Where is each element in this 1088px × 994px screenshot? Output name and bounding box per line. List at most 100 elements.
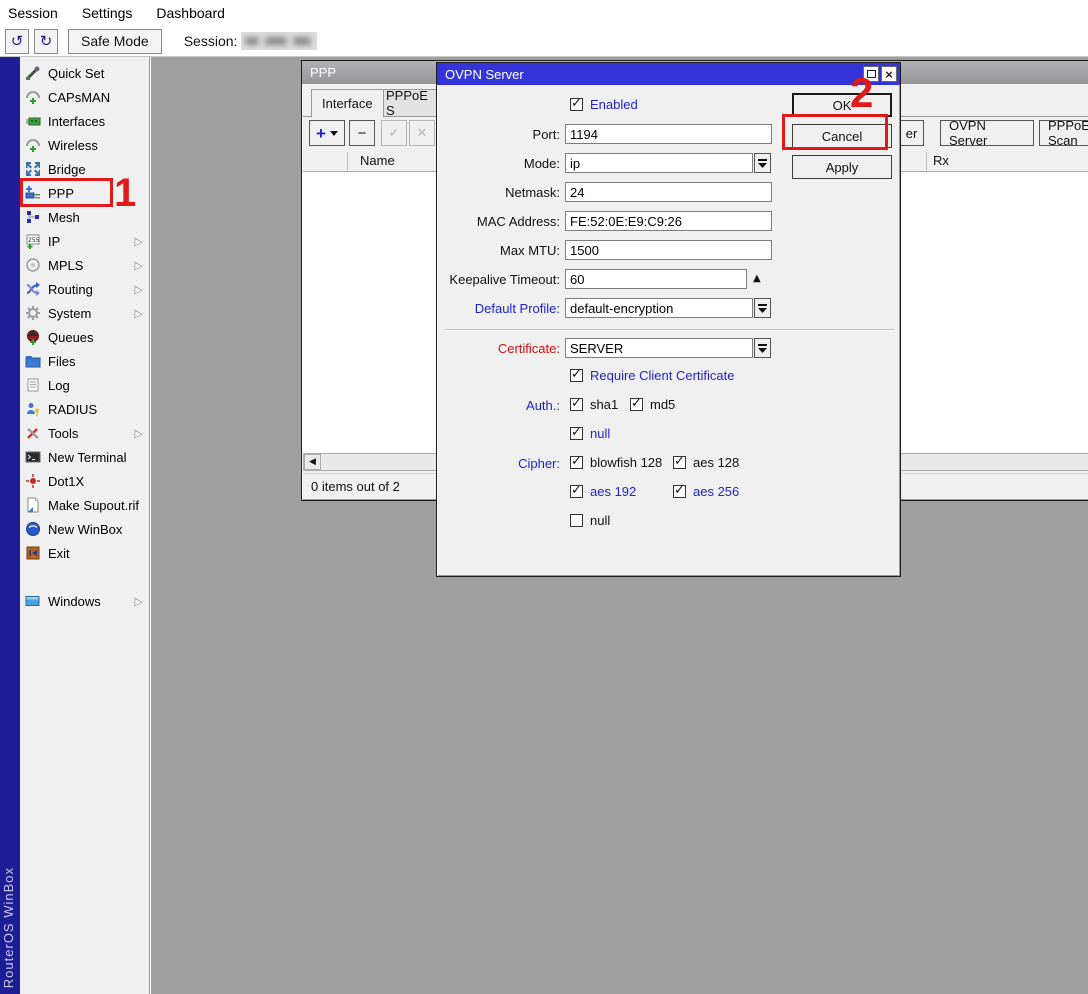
workspace: PPP × Interface PPPoE S + − ✓ ✕ er OVPN … [151,57,1088,994]
sidebar-item-label: CAPsMAN [48,90,110,105]
auth-md5-checkbox[interactable] [630,398,643,411]
dialog-close-icon[interactable]: × [881,66,897,82]
annotation-number-1: 1 [114,173,136,213]
sidebar-item-new-winbox[interactable]: New WinBox [20,517,149,541]
disable-button[interactable]: ✕ [409,120,435,146]
enabled-label: Enabled [590,97,638,112]
sidebar-item-interfaces[interactable]: Interfaces [20,109,149,133]
apply-button[interactable]: Apply [792,155,892,179]
annotation-box-1 [20,178,113,207]
x-icon: ✕ [417,126,428,141]
port-field[interactable] [565,124,772,144]
certificate-field[interactable] [565,338,753,358]
mac-address-field[interactable] [565,211,772,231]
require-client-cert-checkbox[interactable] [570,369,583,382]
cipher-aes192-checkbox[interactable] [570,485,583,498]
sidebar-item-label: Exit [48,546,70,561]
column-header-rx[interactable]: Rx [933,153,949,168]
auth-label: Auth.: [445,398,560,413]
submenu-arrow-icon: ▷ [135,307,143,320]
sidebar-item-files[interactable]: Files [20,349,149,373]
menu-dashboard[interactable]: Dashboard [156,5,225,21]
auth-md5-label: md5 [650,397,675,412]
routing-icon [24,281,41,298]
quickset-icon [24,65,41,82]
sidebar-item-log[interactable]: Log [20,373,149,397]
sidebar-item-mpls[interactable]: MPLS▷ [20,253,149,277]
netmask-field[interactable] [565,182,772,202]
sidebar-item-label: Interfaces [48,114,105,129]
dialog-titlebar[interactable]: OVPN Server × [437,63,900,85]
port-label: Port: [445,127,560,142]
tab-pppoe-servers[interactable]: PPPoE S [375,89,439,117]
capsman-icon [24,89,41,106]
terminal-icon [24,449,41,466]
exit-icon [24,545,41,562]
sidebar-item-system[interactable]: System▷ [20,301,149,325]
cipher-null-checkbox[interactable] [570,514,583,527]
menubar: Session Settings Dashboard [0,0,1088,26]
default-profile-field[interactable] [565,298,753,318]
sidebar-item-label: Quick Set [48,66,104,81]
dot1x-icon [24,473,41,490]
certificate-dropdown-icon[interactable] [754,338,771,358]
interfaces-icon [24,113,41,130]
pppoe-scan-button[interactable]: PPPoE Scan [1039,120,1088,146]
sidebar-item-dot1x[interactable]: Dot1X [20,469,149,493]
check-icon: ✓ [389,126,400,141]
cipher-aes256-checkbox[interactable] [673,485,686,498]
windows-icon [24,593,41,610]
main-toolbar: ↺ ↻ Safe Mode Session: [0,26,1088,57]
sidebar-item-capsman[interactable]: CAPsMAN [20,85,149,109]
sidebar-item-label: Windows [48,594,101,609]
sidebar-item-new-terminal[interactable]: New Terminal [20,445,149,469]
sidebar-item-label: Make Supout.rif [48,498,139,513]
system-icon [24,305,41,322]
sidebar-item-windows[interactable]: Windows▷ [20,589,149,613]
brand-strip: RouterOS WinBox [0,57,20,994]
sidebar-item-wireless[interactable]: Wireless [20,133,149,157]
ovpn-server-button[interactable]: OVPN Server [940,120,1034,146]
sidebar-item-label: MPLS [48,258,83,273]
cipher-blowfish128-checkbox[interactable] [570,456,583,469]
sidebar-item-exit[interactable]: Exit [20,541,149,565]
separator [445,329,894,331]
remove-button[interactable]: − [349,120,375,146]
mode-field[interactable] [565,153,753,173]
safe-mode-button[interactable]: Safe Mode [68,29,162,54]
default-profile-dropdown-icon[interactable] [754,298,771,318]
max-mtu-field[interactable] [565,240,772,260]
sidebar-item-radius[interactable]: RADIUS [20,397,149,421]
sidebar-item-quick-set[interactable]: Quick Set [20,61,149,85]
scroll-left-icon[interactable]: ◀ [304,454,321,470]
plus-icon: + [316,125,326,142]
sidebar-item-ip[interactable]: 255IP▷ [20,229,149,253]
undo-button[interactable]: ↺ [5,29,29,54]
mode-dropdown-icon[interactable] [754,153,771,173]
sidebar-item-tools[interactable]: Tools▷ [20,421,149,445]
require-client-cert-label: Require Client Certificate [590,368,735,383]
mac-address-label: MAC Address: [445,214,560,229]
sidebar-item-queues[interactable]: Queues [20,325,149,349]
spinner-up-icon[interactable]: ▲ [753,273,761,284]
keepalive-field[interactable] [565,269,747,289]
redo-button[interactable]: ↻ [34,29,58,54]
sidebar-item-label: Log [48,378,70,393]
auth-null-checkbox[interactable] [570,427,583,440]
menu-session[interactable]: Session [8,5,58,21]
mpls-icon [24,257,41,274]
partial-server-button[interactable]: er [899,120,924,146]
auth-sha1-checkbox[interactable] [570,398,583,411]
cipher-blowfish128-label: blowfish 128 [590,455,662,470]
add-button[interactable]: + [309,120,345,146]
enable-button[interactable]: ✓ [381,120,407,146]
cipher-aes128-checkbox[interactable] [673,456,686,469]
tab-interface[interactable]: Interface [311,89,384,118]
enabled-checkbox[interactable] [570,98,583,111]
sidebar-item-make-supout-rif[interactable]: Make Supout.rif [20,493,149,517]
column-header-name[interactable]: Name [360,153,395,168]
menu-settings[interactable]: Settings [82,5,133,21]
sidebar-item-label: IP [48,234,60,249]
sidebar-item-routing[interactable]: Routing▷ [20,277,149,301]
dialog-title: OVPN Server [445,67,861,82]
